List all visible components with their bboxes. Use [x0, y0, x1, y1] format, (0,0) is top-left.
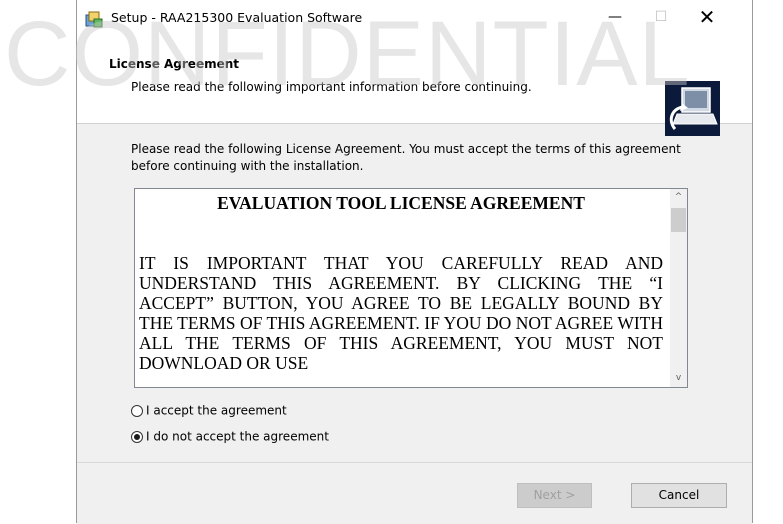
title-bar[interactable]: Setup - RAA215300 Evaluation Software — … — [77, 0, 752, 35]
minimize-button[interactable]: — — [592, 0, 638, 35]
radio-decline[interactable]: I do not accept the agreement — [131, 429, 329, 449]
setup-installer-icon — [85, 11, 103, 28]
wizard-header: License Agreement Please read the follow… — [77, 35, 752, 136]
close-button[interactable]: ✕ — [684, 0, 730, 35]
license-text-box[interactable]: EVALUATION TOOL LICENSE AGREEMENT IT IS … — [134, 188, 688, 388]
maximize-button[interactable]: ☐ — [638, 0, 684, 35]
setup-window: Setup - RAA215300 Evaluation Software — … — [76, 0, 753, 524]
scroll-down-icon[interactable]: v — [670, 370, 687, 387]
page-subtitle: Please read the following important info… — [131, 80, 532, 94]
license-body: IT IS IMPORTANT THAT YOU CAREFULLY READ … — [139, 253, 663, 373]
next-button[interactable]: Next > — [517, 483, 592, 508]
license-heading: EVALUATION TOOL LICENSE AGREEMENT — [217, 193, 585, 213]
page-title: License Agreement — [109, 57, 240, 71]
window-title: Setup - RAA215300 Evaluation Software — [111, 10, 363, 25]
scroll-thumb[interactable] — [671, 208, 686, 232]
wizard-content: Please read the following License Agreem… — [77, 124, 752, 464]
license-scrollbar[interactable]: ^ v — [670, 189, 687, 387]
radio-decline-label[interactable]: I do not accept the agreement — [146, 430, 329, 444]
radio-accept-label[interactable]: I accept the agreement — [146, 404, 287, 418]
radio-accept-circle[interactable] — [131, 404, 143, 417]
wizard-footer: Next > Cancel — [77, 462, 752, 524]
scroll-up-icon[interactable]: ^ — [670, 189, 687, 206]
radio-accept[interactable]: I accept the agreement — [131, 403, 287, 423]
license-text: EVALUATION TOOL LICENSE AGREEMENT IT IS … — [139, 193, 663, 373]
intro-text: Please read the following License Agreem… — [131, 142, 681, 173]
radio-decline-circle[interactable] — [131, 430, 143, 443]
cancel-button[interactable]: Cancel — [631, 483, 727, 508]
